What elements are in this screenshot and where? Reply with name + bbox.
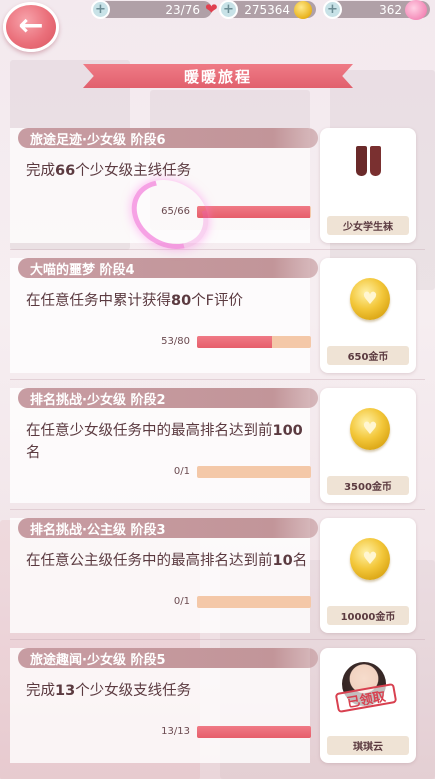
back-button[interactable]: ← [3,2,59,52]
task-progress-fill [197,206,310,218]
coin-icon [294,1,312,19]
task-description: 完成13个少女级支线任务 [26,680,316,702]
gold-value: 275364 [244,2,290,17]
task-label: 排名挑战·公主级 阶段3 [18,518,318,538]
task-card[interactable]: 排名挑战·少女级 阶段2 在任意少女级任务中的最高排名达到前100 名 0/1 ♥… [10,388,425,503]
task-desc-prefix: 完成 [26,683,55,699]
task-progress-fill [197,336,273,348]
task-divider [10,639,425,640]
task-progress-bar [197,596,311,608]
reward-name: 琪琪云 [327,736,409,755]
page-title: 暖暖旅程 [183,67,252,86]
reward-name: 10000金币 [327,606,409,625]
task-desc-prefix: 在任意公主级任务中的最高排名达到前 [26,553,273,569]
task-progress-bar [197,206,311,218]
task-label: 排名挑战·少女级 阶段2 [18,388,318,408]
stamina-counter: 23/76 [92,1,212,18]
task-desc-prefix: 在任意少女级任务中的最高排名达到前 [26,423,273,439]
task-label: 旅途趣闻·少女级 阶段5 [18,648,318,668]
add-stamina-button[interactable]: + [91,0,110,19]
task-desc-number: 80 [171,293,192,309]
task-desc-number: 100 [272,423,303,439]
task-card[interactable]: 大喵的噩梦 阶段4 在任意任务中累计获得80个F评价 53/80 ♥ 650金币 [10,258,425,373]
task-progress-count: 53/80 [161,336,190,347]
task-desc-suffix: 名 [292,553,308,569]
task-desc-suffix: 个F评价 [191,293,244,309]
task-description: 在任意任务中累计获得80个F评价 [26,290,316,312]
diamond-icon [405,0,427,20]
gold-coin-icon: ♥ [350,278,390,320]
task-desc-prefix: 完成 [26,163,55,179]
task-progress-count: 0/1 [173,466,190,477]
diamond-value: 362 [379,2,402,17]
socks-icon [356,146,382,176]
reward-name: 3500金币 [327,476,409,495]
task-card[interactable]: 排名挑战·公主级 阶段3 在任意公主级任务中的最高排名达到前10名 0/1 ♥ … [10,518,425,633]
task-label: 大喵的噩梦 阶段4 [18,258,318,278]
reward-slot[interactable]: ♥ 10000金币 [320,518,416,633]
reward-slot[interactable]: 已领取 琪琪云 [320,648,416,763]
task-desc-suffix: 个少女级主线任务 [75,163,192,179]
stamina-value: 23/76 [165,2,200,17]
task-desc-suffix: 名 [26,445,41,461]
task-card[interactable]: 旅途趣闻·少女级 阶段5 完成13个少女级支线任务 13/13 已领取 琪琪云 [10,648,425,763]
task-progress-bar [197,726,311,738]
gold-coin-icon: ♥ [350,408,390,450]
heart-icon: ❤ [205,0,218,18]
task-label: 旅途足迹·少女级 阶段6 [18,128,318,148]
task-divider [10,509,425,510]
task-card[interactable]: 旅途足迹·少女级 阶段6 完成66个少女级主线任务 65/66 少女学生袜 [10,128,425,243]
task-description: 在任意公主级任务中的最高排名达到前10名 [26,550,316,572]
task-progress-count: 0/1 [173,596,190,607]
task-progress-bar [197,336,311,348]
reward-name: 少女学生袜 [327,216,409,235]
top-hud: 23/76 + ❤ 275364 + 362 + [0,0,435,22]
task-desc-prefix: 在任意任务中累计获得 [26,293,171,309]
task-desc-number: 13 [55,683,76,699]
reward-name: 650金币 [327,346,409,365]
task-description: 完成66个少女级主线任务 [26,160,316,182]
task-desc-number: 10 [272,553,293,569]
task-divider [10,379,425,380]
task-desc-number: 66 [55,163,76,179]
task-description: 在任意少女级任务中的最高排名达到前100 名 [26,420,316,464]
gold-coin-icon: ♥ [350,538,390,580]
back-arrow-icon: ← [18,7,44,43]
task-progress-count: 13/13 [161,726,190,737]
reward-slot[interactable]: 少女学生袜 [320,128,416,243]
task-progress-fill [197,726,311,738]
page-title-banner: 暖暖旅程 [83,64,353,88]
add-diamond-button[interactable]: + [323,0,342,19]
task-desc-suffix: 个少女级支线任务 [75,683,192,699]
add-gold-button[interactable]: + [219,0,238,19]
task-divider [10,249,425,250]
task-progress-count: 65/66 [161,206,190,217]
task-progress-bar [197,466,311,478]
reward-slot[interactable]: ♥ 3500金币 [320,388,416,503]
reward-slot[interactable]: ♥ 650金币 [320,258,416,373]
